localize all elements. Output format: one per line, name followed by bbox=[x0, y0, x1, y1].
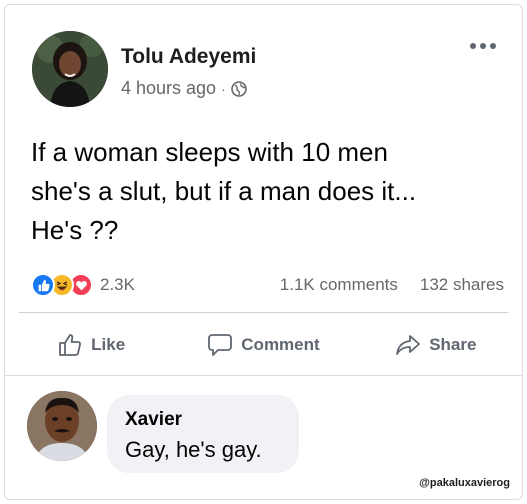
more-dot-icon bbox=[480, 43, 486, 49]
comment-label: Comment bbox=[241, 335, 320, 354]
shares-count-link[interactable]: 132 shares bbox=[420, 275, 504, 295]
post-card: Tolu Adeyemi 4 hours ago · If a woman sl… bbox=[4, 4, 523, 500]
commenter-avatar-image bbox=[27, 391, 97, 461]
comment-text: Gay, he's gay. bbox=[125, 437, 262, 462]
action-bar: Like Comment Share bbox=[5, 325, 522, 365]
watermark: @pakaluxavierog bbox=[419, 477, 510, 489]
commenter-name[interactable]: Xavier bbox=[125, 409, 281, 431]
reaction-count: 2.3K bbox=[100, 275, 135, 294]
post-stats: 1.1K comments 132 shares bbox=[280, 275, 504, 295]
share-label: Share bbox=[429, 335, 477, 354]
share-arrow-icon bbox=[396, 335, 421, 355]
author-avatar-image bbox=[32, 31, 108, 107]
share-button[interactable]: Share bbox=[350, 325, 522, 365]
comments-count-link[interactable]: 1.1K comments bbox=[280, 275, 398, 295]
thumbs-up-icon bbox=[59, 334, 82, 356]
comment-button[interactable]: Comment bbox=[177, 325, 349, 365]
author-avatar[interactable] bbox=[32, 31, 108, 107]
divider bbox=[19, 312, 508, 313]
globe-icon bbox=[230, 80, 247, 97]
like-reaction-icon bbox=[31, 273, 55, 297]
meta-separator: · bbox=[221, 80, 226, 97]
comment-bubble: Xavier Gay, he's gay. bbox=[107, 395, 299, 473]
more-dot-icon bbox=[490, 43, 496, 49]
like-label: Like bbox=[91, 335, 126, 354]
speech-bubble-icon bbox=[208, 334, 233, 356]
more-dot-icon bbox=[470, 43, 476, 49]
divider bbox=[5, 375, 522, 376]
commenter-avatar[interactable] bbox=[27, 391, 97, 461]
like-button[interactable]: Like bbox=[5, 325, 177, 365]
post-meta: 4 hours ago · bbox=[121, 78, 247, 99]
author-name[interactable]: Tolu Adeyemi bbox=[121, 45, 256, 69]
reactions-summary[interactable]: 2.3K bbox=[31, 273, 135, 297]
post-time[interactable]: 4 hours ago bbox=[121, 78, 216, 99]
post-text: If a woman sleeps with 10 men she's a sl… bbox=[31, 137, 417, 245]
more-options-button[interactable] bbox=[470, 43, 496, 49]
